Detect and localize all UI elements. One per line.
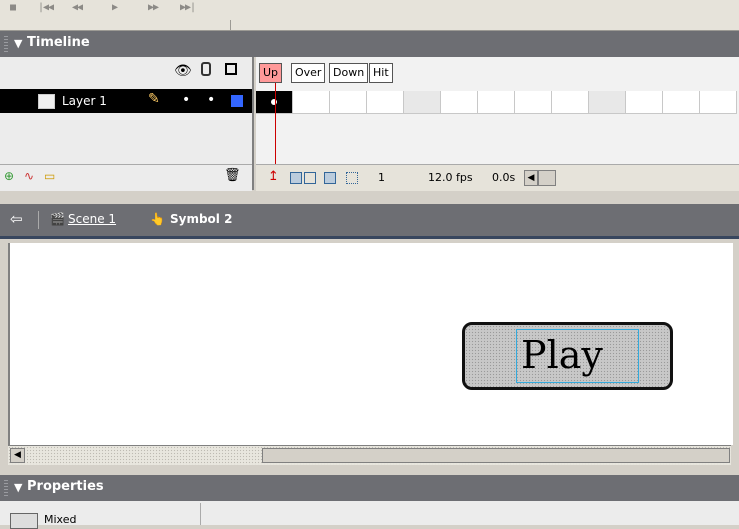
frame-cell[interactable] [552, 91, 589, 114]
divider [200, 503, 201, 525]
timeline-status-bar: ↥ 1 12.0 fps 0.0s ◀ [256, 164, 739, 191]
pencil-icon: ✎ [148, 91, 160, 107]
frame-label-over[interactable]: Over [291, 63, 326, 83]
grip-icon[interactable] [4, 480, 8, 496]
edit-multiple-frames-icon[interactable] [324, 172, 336, 184]
add-motion-guide-icon[interactable]: ∿ [24, 169, 34, 183]
lock-dot-icon[interactable]: • [207, 92, 215, 108]
frame-cell[interactable] [293, 91, 330, 114]
insert-layer-icon[interactable]: ⊕ [4, 169, 14, 183]
insert-folder-icon[interactable]: ▭ [44, 169, 55, 183]
frame-grid[interactable] [256, 91, 739, 114]
layer-footer: ⊕ ∿ ▭ 🗑 [0, 164, 252, 191]
properties-title: Properties [27, 479, 104, 494]
play-icon[interactable]: ▶ [112, 2, 118, 13]
step-forward-icon[interactable]: ▶▶ [148, 2, 159, 13]
go-end-icon[interactable]: ▶▶| [180, 2, 196, 13]
eye-icon[interactable]: 👁 [174, 63, 192, 79]
frame-cell[interactable] [478, 91, 515, 114]
frame-label-down[interactable]: Down [329, 63, 369, 83]
rewind-icon[interactable]: |◀◀ [38, 2, 54, 13]
frame-label-up[interactable]: Up [259, 63, 283, 83]
step-back-icon[interactable]: ◀◀ [72, 2, 83, 13]
visible-dot-icon[interactable]: • [182, 92, 190, 108]
timeline-title: Timeline [27, 35, 90, 50]
onion-skin-outlines-icon[interactable] [304, 172, 316, 184]
timeline-scroll-thumb[interactable] [538, 170, 556, 186]
edit-bar: ⇦ 🎬 Scene 1 👆 Symbol 2 [0, 204, 739, 239]
back-arrow-icon[interactable]: ⇦ [10, 210, 23, 228]
frame-cell[interactable] [700, 91, 737, 114]
toolbar-divider [230, 20, 231, 30]
layer-row[interactable]: Layer 1 ✎ • • [0, 89, 252, 113]
center-frame-icon[interactable]: ↥ [268, 169, 279, 184]
layers-panel: 👁 Layer 1 ✎ • • ⊕ ∿ ▭ 🗑 [0, 57, 254, 191]
frame-cell[interactable] [663, 91, 700, 114]
frame-cell[interactable] [515, 91, 552, 114]
stage-horizontal-scrollbar[interactable]: ◀ [8, 445, 731, 465]
current-frame: 1 [378, 171, 385, 184]
layer-name: Layer 1 [62, 94, 107, 108]
controller-toolbar: ■ |◀◀ ◀◀ ▶ ▶▶ ▶▶| [0, 0, 739, 31]
play-button-graphic[interactable]: Play [462, 322, 673, 390]
keyframe-dot [271, 99, 277, 105]
scene-icon: 🎬 [50, 212, 65, 226]
frame-rate: 12.0 fps [428, 171, 473, 184]
divider [38, 211, 39, 229]
breadcrumb-scene[interactable]: Scene 1 [68, 212, 116, 226]
trash-icon[interactable]: 🗑 [224, 168, 241, 183]
scroll-left-icon[interactable]: ◀ [524, 170, 538, 186]
scrollbar-thumb[interactable] [262, 448, 730, 463]
frame-cell[interactable] [626, 91, 663, 114]
mixed-label: Mixed [44, 513, 77, 526]
outline-icon[interactable] [225, 63, 237, 75]
scroll-left-icon[interactable]: ◀ [10, 448, 25, 463]
frame-cell[interactable] [589, 91, 626, 114]
play-text-field[interactable]: Play [516, 329, 639, 383]
properties-body: Mixed [0, 501, 739, 529]
frame-cell[interactable] [367, 91, 404, 114]
breadcrumb-symbol: Symbol 2 [170, 212, 233, 226]
frames-panel: Up Over Down Hit ↥ 1 12.0 fps 0.0s ◀ [256, 57, 739, 191]
onion-skin-icon[interactable] [290, 172, 302, 184]
timeline-panel-header[interactable]: ▼ Timeline [0, 31, 739, 57]
grip-icon[interactable] [4, 36, 8, 52]
frame-label-hit[interactable]: Hit [369, 63, 393, 83]
layer-color-swatch[interactable] [231, 95, 243, 107]
elapsed-time: 0.0s [492, 171, 516, 184]
symbol-type-icon [10, 513, 38, 529]
modify-onion-markers-icon[interactable] [346, 172, 358, 184]
stop-icon[interactable]: ■ [10, 2, 16, 13]
collapse-triangle-icon[interactable]: ▼ [14, 481, 22, 494]
layer-icon [38, 94, 55, 109]
lock-icon[interactable] [201, 62, 211, 76]
layer-header: 👁 [0, 57, 252, 90]
collapse-triangle-icon[interactable]: ▼ [14, 37, 22, 50]
frame-cell[interactable] [330, 91, 367, 114]
frame-cell[interactable] [404, 91, 441, 114]
frame-cell[interactable] [441, 91, 478, 114]
properties-panel-header[interactable]: ▼ Properties [0, 475, 739, 501]
button-symbol-icon: 👆 [150, 212, 165, 226]
